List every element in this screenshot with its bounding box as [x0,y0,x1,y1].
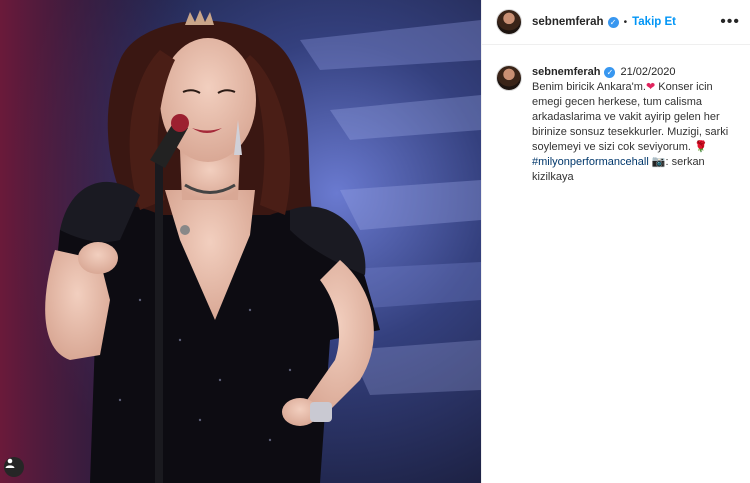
caption-username[interactable]: sebnemferah [532,65,600,80]
separator-dot: • [623,16,628,28]
caption-comment: sebnemferah ✓ 21/02/2020 Benim biricik A… [482,45,750,185]
caption-date: 21/02/2020 [620,66,676,78]
camera-icon: 📷 [651,156,666,168]
post-sidebar: sebnemferah ✓ • Takip Et ••• sebnemferah… [481,0,750,483]
caption-avatar[interactable] [496,65,522,91]
user-icon[interactable] [4,457,24,477]
header-username[interactable]: sebnemferah [532,16,604,28]
concert-photo-illustration [0,0,481,483]
caption-verified-badge-icon: ✓ [604,67,616,78]
caption-header: sebnemferah ✓ 21/02/2020 [532,65,737,80]
post-header: sebnemferah ✓ • Takip Et ••• [482,0,750,45]
verified-badge-icon: ✓ [607,16,619,28]
hashtag-link[interactable]: #milyonperformancehall [532,156,649,168]
avatar[interactable] [496,9,522,35]
heart-icon: ❤ [645,81,656,93]
rose-icon: 🌹 [694,141,708,153]
caption-body: sebnemferah ✓ 21/02/2020 Benim biricik A… [532,65,737,185]
post-photo[interactable] [0,0,481,483]
caption-text-part-1: Benim biricik Ankara'm. [532,81,646,93]
user-icon-glyph [5,458,15,468]
caption-text: Benim biricik Ankara'm.❤ Konser icin eme… [532,80,737,185]
follow-button[interactable]: Takip Et [632,16,676,28]
more-options-icon[interactable]: ••• [720,14,740,30]
